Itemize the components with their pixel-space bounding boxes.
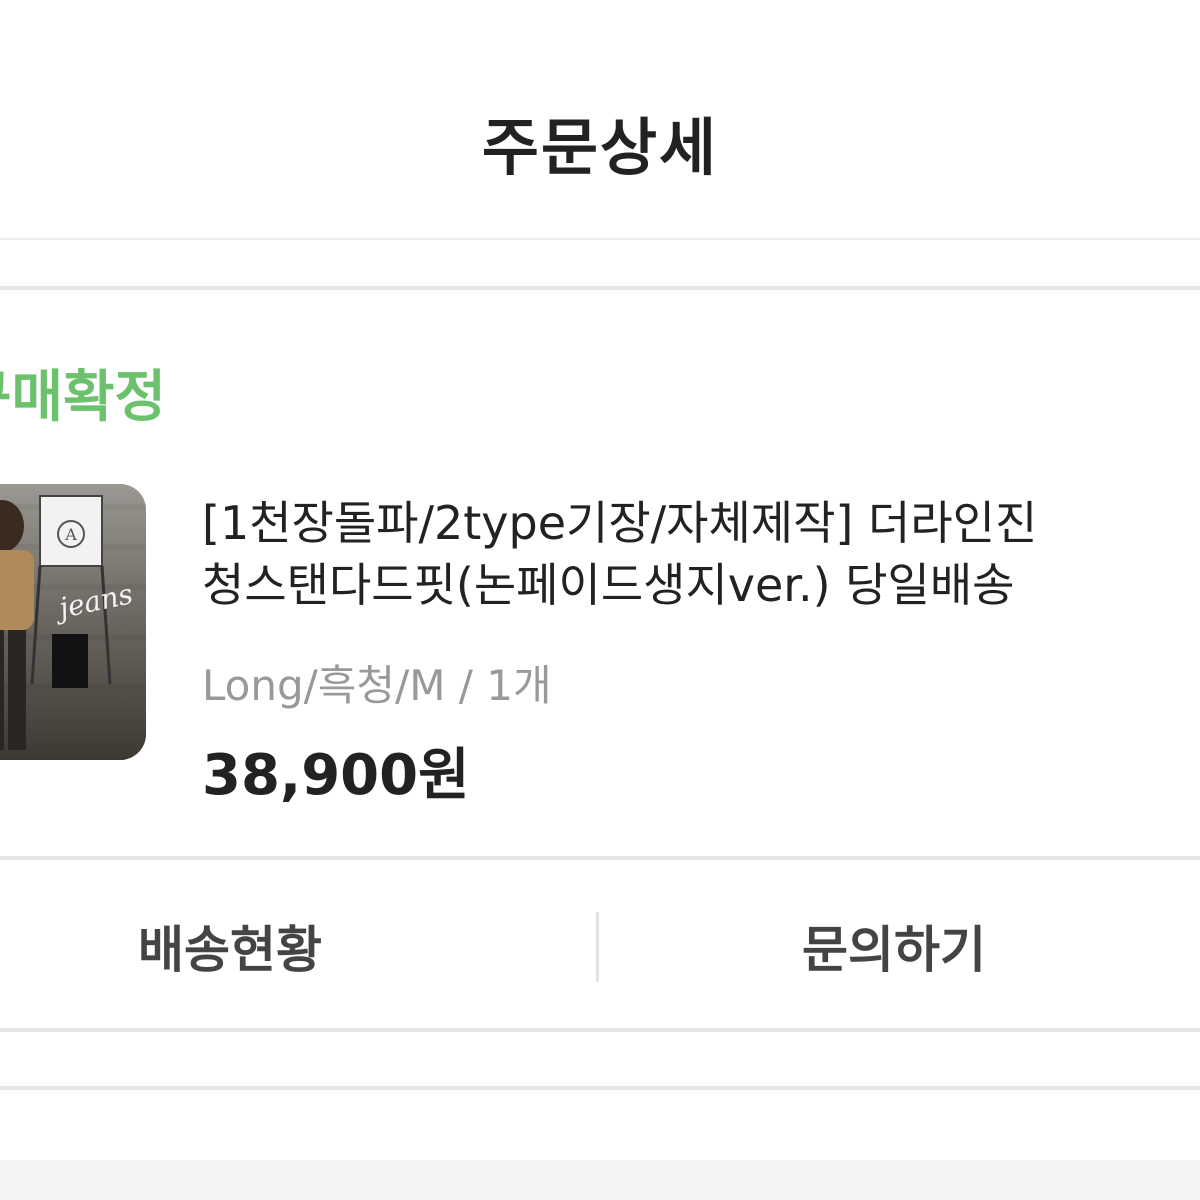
product-image: A jeans	[0, 484, 146, 760]
actions-separator	[596, 912, 599, 982]
product-name[interactable]: [1천장돌파/2type기장/자체제작] 더라인진 청스탠다드핏(논페이드생지v…	[202, 492, 1200, 616]
product-thumbnail[interactable]: A jeans	[0, 484, 146, 760]
product-option: Long/흑청/M / 1개	[202, 661, 552, 710]
order-detail-page: 주문상세 구매확정 A	[0, 0, 1200, 1200]
page-title: 주문상세	[481, 111, 719, 184]
svg-text:A: A	[64, 525, 77, 544]
section-divider-middle	[0, 856, 1200, 860]
inquiry-button[interactable]: 문의하기	[536, 862, 1200, 1030]
bottom-band	[0, 1160, 1200, 1200]
order-status-label: 구매확정	[0, 365, 167, 430]
delivery-status-button[interactable]: 배송현황	[0, 862, 536, 1030]
section-divider-top	[0, 286, 1200, 290]
page-header: 주문상세	[0, 0, 1200, 238]
product-name-line-2[interactable]: 청스탠다드핏(논페이드생지ver.) 당일배송	[202, 554, 1200, 616]
header-divider	[0, 238, 1200, 240]
product-price: 38,900원	[202, 743, 470, 808]
product-name-line-1[interactable]: [1천장돌파/2type기장/자체제작] 더라인진	[202, 492, 1200, 554]
section-divider-lower	[0, 1028, 1200, 1032]
section-divider-bottom	[0, 1086, 1200, 1090]
order-actions: 배송현황 문의하기	[0, 862, 1200, 1030]
